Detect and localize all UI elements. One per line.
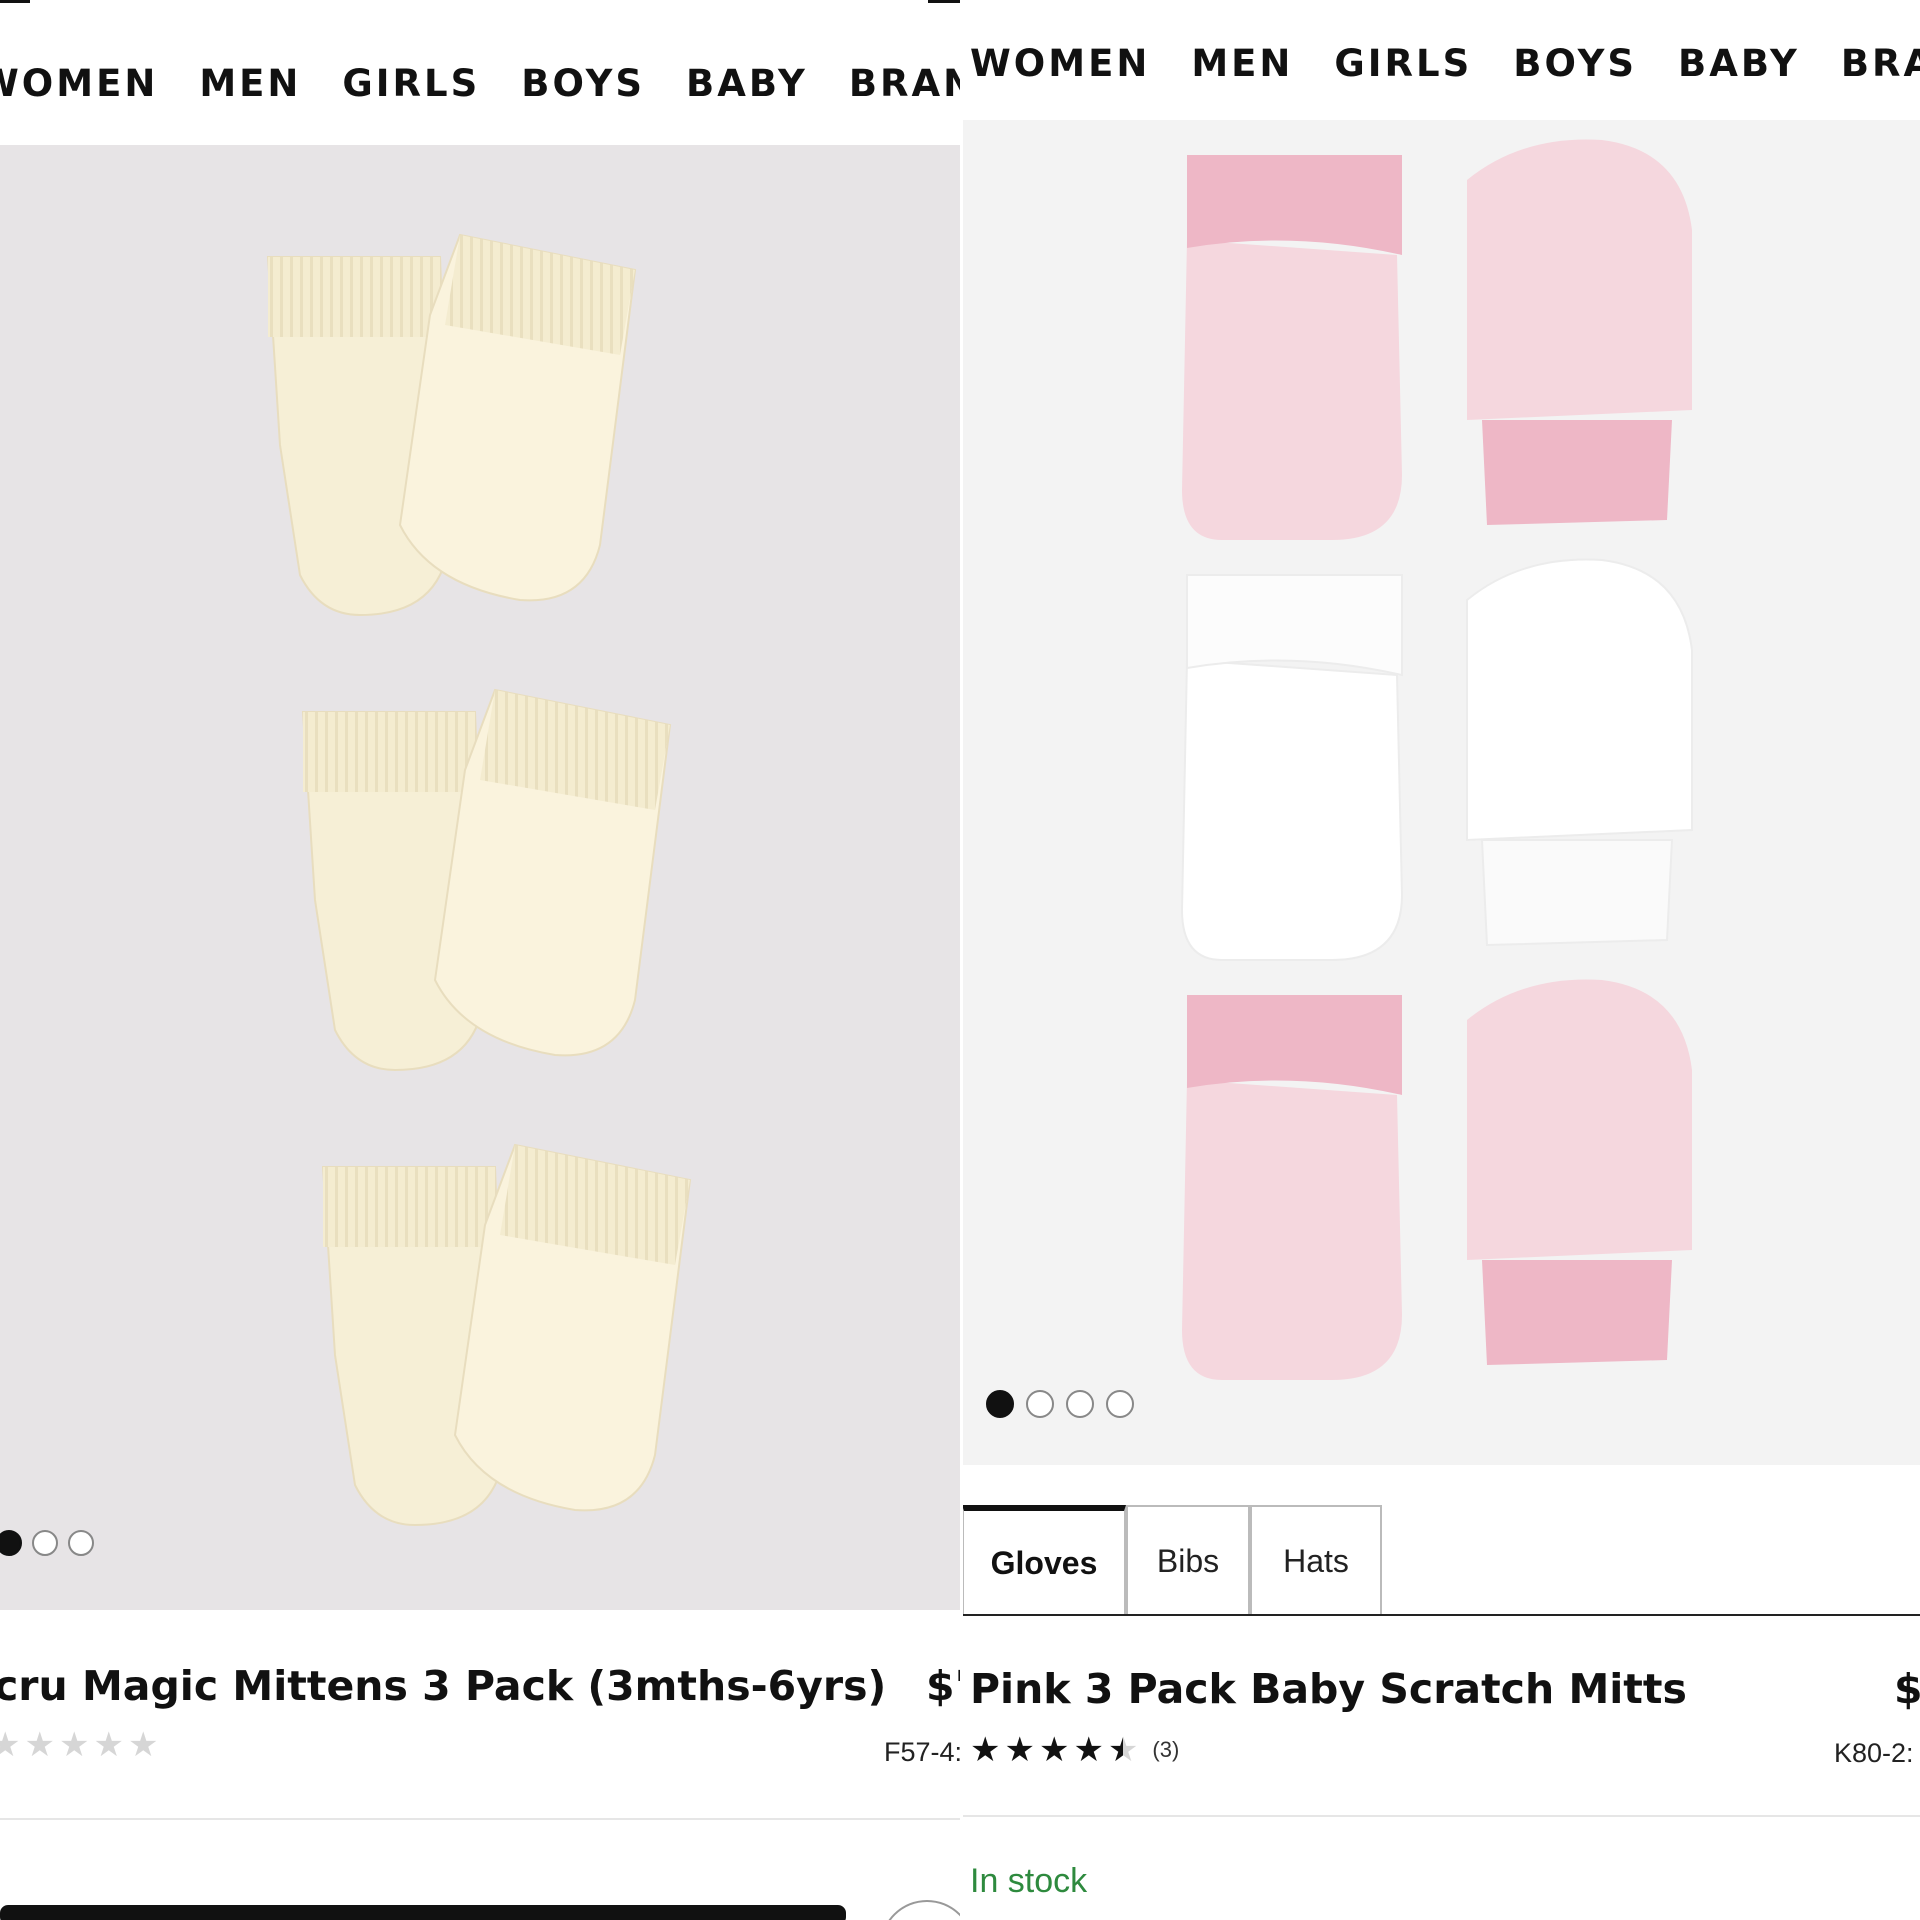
scratch-mitts-image (1180, 139, 1693, 1380)
nav-baby[interactable]: BABY (686, 62, 808, 105)
carousel-dots (986, 1390, 1134, 1418)
star-icon: ★ (1038, 1731, 1070, 1769)
ecru-mittens-image (266, 233, 692, 1527)
star-icon: ★ (0, 1726, 21, 1764)
mitt-pair-pink (1182, 139, 1692, 540)
stock-status: In stock (970, 1862, 1088, 1900)
product-price: $ (1894, 1665, 1920, 1713)
mitt-pair-white (1180, 558, 1693, 961)
nav-baby[interactable]: BABY (1678, 42, 1800, 85)
nav-men[interactable]: MEN (1191, 42, 1293, 85)
tabs-underline (962, 1614, 1920, 1616)
carousel-dot[interactable] (0, 1530, 22, 1556)
carousel-dot[interactable] (1106, 1390, 1134, 1418)
nav-brands[interactable]: BRANDS (1841, 42, 1920, 85)
nav-women[interactable]: WOMEN (970, 42, 1150, 85)
carousel-dot[interactable] (986, 1390, 1014, 1418)
star-icon: ★ (970, 1731, 1001, 1769)
star-icon: ★ (58, 1726, 90, 1764)
mitten-pair (321, 1143, 692, 1527)
status-bar-fragment (0, 0, 30, 3)
product-image[interactable] (962, 120, 1920, 1465)
tab-bibs[interactable]: Bibs (1126, 1505, 1250, 1615)
star-icon: ★ (127, 1726, 159, 1764)
nav-men[interactable]: MEN (199, 62, 301, 105)
rating-stars: ★ ★ ★ ★ ★ (0, 1725, 158, 1765)
carousel-dot[interactable] (1026, 1390, 1054, 1418)
tab-gloves[interactable]: Gloves (962, 1505, 1126, 1615)
main-nav: WOMEN MEN GIRLS BOYS BABY BRANDS (970, 42, 1920, 85)
nav-brands[interactable]: BRANDS (849, 62, 962, 105)
add-to-bag-button[interactable] (0, 1905, 846, 1920)
mitten-pair (301, 688, 672, 1072)
product-title: Pink 3 Pack Baby Scratch Mitts (970, 1665, 1687, 1713)
right-product-page: WOMEN MEN GIRLS BOYS BABY BRANDS (962, 0, 1920, 1920)
carousel-dot[interactable] (1066, 1390, 1094, 1418)
rating-stars[interactable]: ★ ★ ★ ★ ★ (3) (970, 1730, 1179, 1770)
product-image[interactable] (0, 145, 962, 1610)
star-icon: ★ (24, 1726, 55, 1764)
divider (962, 1815, 1920, 1817)
nav-boys[interactable]: BOYS (521, 62, 645, 105)
product-title: cru Magic Mittens 3 Pack (3mths-6yrs) (0, 1662, 887, 1710)
mitt-pair-pink (1182, 979, 1692, 1380)
nav-boys[interactable]: BOYS (1513, 42, 1637, 85)
product-code: K80-2: (1834, 1738, 1914, 1768)
product-code: F57-4: (884, 1737, 962, 1767)
favourite-button[interactable] (880, 1900, 962, 1920)
review-count[interactable]: (3) (1152, 1737, 1179, 1763)
mitten-pair (266, 233, 637, 617)
star-icon: ★ (1004, 1731, 1035, 1769)
nav-women[interactable]: WOMEN (0, 62, 158, 105)
tab-hats[interactable]: Hats (1250, 1505, 1382, 1615)
carousel-dots (0, 1530, 94, 1556)
left-product-page: WOMEN MEN GIRLS BOYS BABY BRANDS (0, 0, 962, 1920)
half-star-icon: ★ (1107, 1731, 1139, 1769)
carousel-dot[interactable] (32, 1530, 58, 1556)
main-nav: WOMEN MEN GIRLS BOYS BABY BRANDS (0, 62, 962, 105)
nav-girls[interactable]: GIRLS (342, 62, 480, 105)
star-icon: ★ (93, 1726, 124, 1764)
product-price: $' (926, 1662, 962, 1710)
nav-girls[interactable]: GIRLS (1334, 42, 1472, 85)
status-bar-fragment (928, 0, 962, 3)
divider (0, 1818, 962, 1820)
category-tabs: Gloves Bibs Hats (962, 1505, 1382, 1615)
carousel-dot[interactable] (68, 1530, 94, 1556)
star-icon: ★ (1073, 1731, 1104, 1769)
panel-separator (960, 0, 963, 1920)
